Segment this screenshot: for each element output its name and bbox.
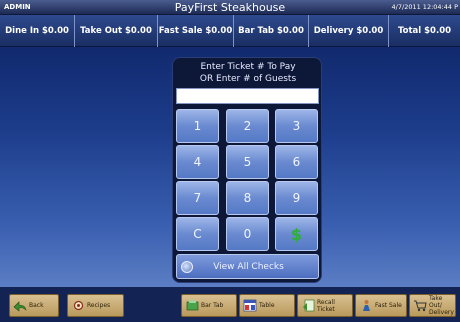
total-fast-sale[interactable]: Fast Sale $0.00 [158,15,234,47]
table-button[interactable]: Table [239,294,295,317]
key-4[interactable]: 4 [176,145,219,179]
ticket-keypad-panel: Enter Ticket # To Pay OR Enter # of Gues… [172,57,322,283]
key-7[interactable]: 7 [176,181,219,215]
fast-sale-icon [359,299,373,313]
key-3[interactable]: 3 [275,109,318,143]
title-bar: ADMIN PayFirst Steakhouse 4/7/2011 12:04… [0,0,460,15]
key-0[interactable]: 0 [226,217,269,251]
totals-bar: Dine In $0.00 Take Out $0.00 Fast Sale $… [0,15,460,47]
total-dine-in[interactable]: Dine In $0.00 [0,15,75,47]
recipes-button[interactable]: Recipes [67,294,124,317]
total-bar-tab[interactable]: Bar Tab $0.00 [234,15,309,47]
key-pay-dollar[interactable]: $ [275,217,318,251]
keypad-prompt-line2: OR Enter # of Guests [199,74,297,84]
table-icon [243,299,257,313]
fast-sale-label: Fast Sale [375,302,402,309]
datetime: 4/7/2011 12:04:44 P [391,3,458,11]
magnifier-icon [181,260,193,273]
key-2[interactable]: 2 [226,109,269,143]
recipes-icon [71,299,85,313]
keypad-prompt-line1: Enter Ticket # To Pay [200,62,296,72]
take-out-delivery-button[interactable]: Take Out/ Delivery [409,294,456,317]
bar-tab-button[interactable]: Bar Tab [181,294,237,317]
key-9[interactable]: 9 [275,181,318,215]
bar-tab-icon [185,299,199,313]
recipes-label: Recipes [87,302,111,309]
recall-ticket-icon [301,299,315,313]
table-label: Table [259,302,275,309]
take-out-icon [413,299,427,313]
key-6[interactable]: 6 [275,145,318,179]
key-clear[interactable]: C [176,217,219,251]
back-button[interactable]: Back [9,294,59,317]
total-take-out[interactable]: Take Out $0.00 [75,15,158,47]
view-all-checks-button[interactable]: View All Checks [176,254,319,279]
back-arrow-icon [13,299,27,313]
recall-ticket-button[interactable]: Recall Ticket [297,294,353,317]
back-label: Back [29,302,44,309]
ticket-entry-field[interactable] [176,88,319,104]
fast-sale-button[interactable]: Fast Sale [355,294,407,317]
recall-ticket-label: Recall Ticket [317,298,335,313]
total-delivery[interactable]: Delivery $0.00 [309,15,389,47]
key-5[interactable]: 5 [226,145,269,179]
view-all-checks-label: View All Checks [213,261,284,272]
key-8[interactable]: 8 [226,181,269,215]
take-out-delivery-label: Take Out/ Delivery [429,295,454,316]
key-1[interactable]: 1 [176,109,219,143]
bar-tab-label: Bar Tab [201,302,224,309]
total-all[interactable]: Total $0.00 [389,15,460,47]
